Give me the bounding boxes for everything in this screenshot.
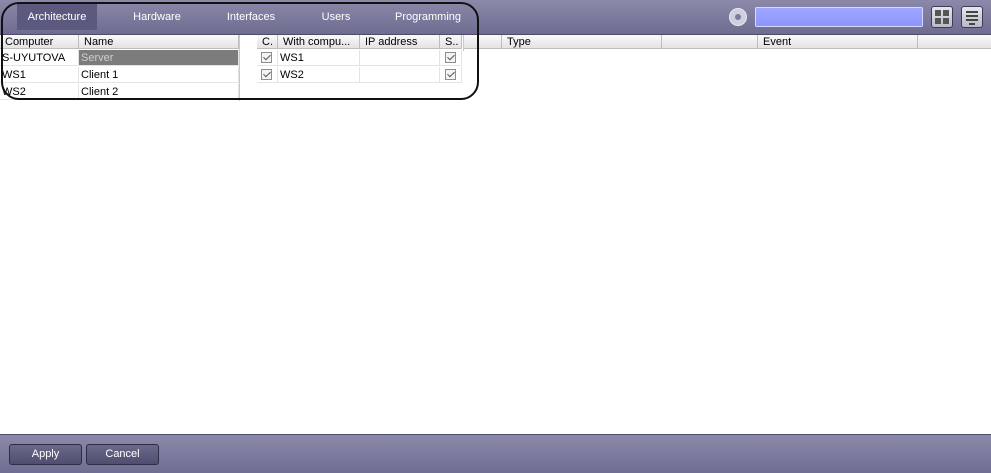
connected-checkbox[interactable] <box>261 69 272 80</box>
column-header-ip-address[interactable]: IP address <box>360 35 440 49</box>
tab-interfaces[interactable]: Interfaces <box>211 4 291 30</box>
bottom-toolbar: Apply Cancel <box>0 434 991 473</box>
tab-hardware[interactable]: Hardware <box>117 4 197 30</box>
menu-icon[interactable] <box>961 6 983 28</box>
top-toolbar: Architecture Hardware Interfaces Users P… <box>0 0 991 35</box>
column-header-blank[interactable] <box>464 35 502 49</box>
table-row-computer[interactable]: WS2 <box>0 84 79 100</box>
tab-architecture[interactable]: Architecture <box>17 4 97 30</box>
table-row-name[interactable]: Client 1 <box>79 67 239 83</box>
gear-icon[interactable] <box>729 8 747 26</box>
table-row-name[interactable]: Client 2 <box>79 84 239 100</box>
table-row-with-computer[interactable]: WS1 <box>278 50 360 66</box>
s-checkbox[interactable] <box>445 52 456 63</box>
table-row-checkbox-cell <box>257 50 278 66</box>
tab-users[interactable]: Users <box>296 4 376 30</box>
table-row-ip-address[interactable] <box>360 50 440 66</box>
search-input[interactable] <box>755 7 923 27</box>
cancel-button[interactable]: Cancel <box>86 444 159 465</box>
table-row-computer[interactable]: S-UYUTOVA <box>0 50 79 66</box>
table-row-computer[interactable]: WS1 <box>0 67 79 83</box>
connected-checkbox[interactable] <box>261 52 272 63</box>
table-row-with-computer[interactable]: WS2 <box>278 67 360 83</box>
column-header-type[interactable]: Type <box>502 35 662 49</box>
column-header-event[interactable]: Event <box>758 35 918 49</box>
column-header-with-computer[interactable]: With compu... <box>278 35 360 49</box>
table-row-name[interactable]: Server <box>79 50 239 66</box>
table-row-checkbox-cell <box>440 67 462 83</box>
column-header-connected[interactable]: C. <box>257 35 278 49</box>
s-checkbox[interactable] <box>445 69 456 80</box>
column-header-name[interactable]: Name <box>79 35 239 49</box>
table-row-checkbox-cell <box>257 67 278 83</box>
column-header-computer[interactable]: Computer <box>0 35 79 49</box>
apply-button[interactable]: Apply <box>9 444 82 465</box>
pane-divider[interactable] <box>239 35 240 101</box>
grid-icon[interactable] <box>931 6 953 28</box>
column-header-s[interactable]: S.. <box>440 35 462 49</box>
tab-programming[interactable]: Programming <box>386 4 470 30</box>
column-header-unnamed[interactable] <box>662 35 758 49</box>
column-header-filler <box>918 35 991 49</box>
table-row-checkbox-cell <box>440 50 462 66</box>
table-row-ip-address[interactable] <box>360 67 440 83</box>
